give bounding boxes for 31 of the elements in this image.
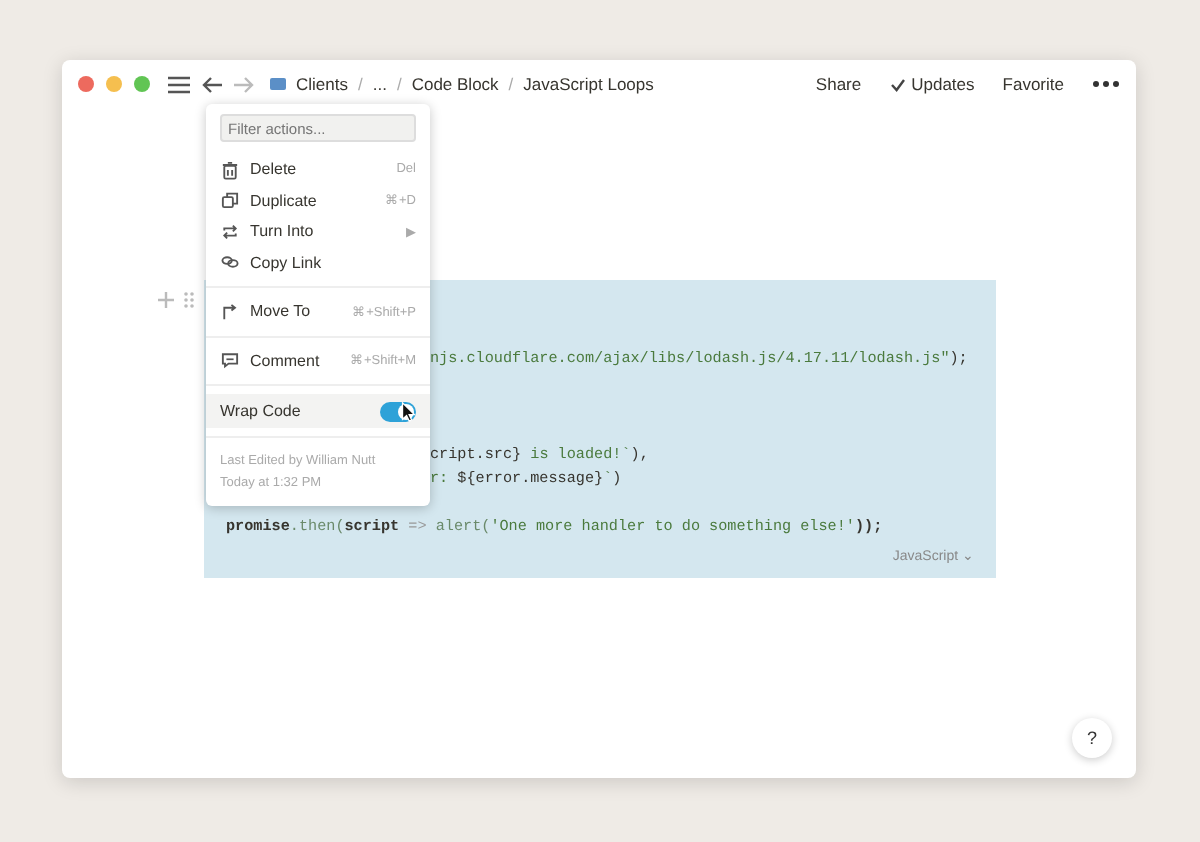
breadcrumb-link[interactable]: ...: [372, 74, 387, 94]
more-icon[interactable]: [1092, 80, 1120, 88]
topbar-action[interactable]: Favorite: [1002, 74, 1064, 94]
duplicate-icon: [220, 190, 240, 211]
forward-icon[interactable]: [234, 75, 254, 93]
page-icon: [270, 78, 286, 90]
topbar-action[interactable]: Updates: [889, 74, 975, 94]
minimize-icon[interactable]: [106, 76, 122, 92]
breadcrumb-separator: /: [508, 74, 514, 94]
topbar-action[interactable]: Share: [815, 74, 862, 94]
arrows-icon: [220, 221, 240, 242]
breadcrumb-link[interactable]: Code Block: [411, 74, 499, 94]
maximize-icon[interactable]: [134, 76, 150, 92]
trash-icon: [220, 159, 240, 180]
menu-item[interactable]: Copy Link: [206, 247, 430, 278]
back-icon[interactable]: [202, 75, 222, 93]
check-icon: [889, 77, 906, 91]
breadcrumb-separator: /: [357, 74, 363, 94]
link-icon: [220, 252, 240, 273]
drag-handle-icon[interactable]: [184, 292, 194, 308]
breadcrumb-separator: /: [396, 74, 402, 94]
menu-item-label[interactable]: Wrap Code: [220, 402, 301, 420]
cursor-icon: [398, 402, 418, 422]
breadcrumb-link[interactable]: JavaScript Loops: [523, 74, 654, 94]
add-icon[interactable]: [158, 292, 174, 308]
comment-icon: [220, 350, 240, 371]
breadcrumb-link[interactable]: Clients: [296, 74, 348, 94]
menu-icon[interactable]: [168, 75, 190, 93]
help-button[interactable]: ?: [1072, 718, 1112, 758]
move-icon: [220, 301, 240, 322]
close-icon[interactable]: [78, 76, 94, 92]
